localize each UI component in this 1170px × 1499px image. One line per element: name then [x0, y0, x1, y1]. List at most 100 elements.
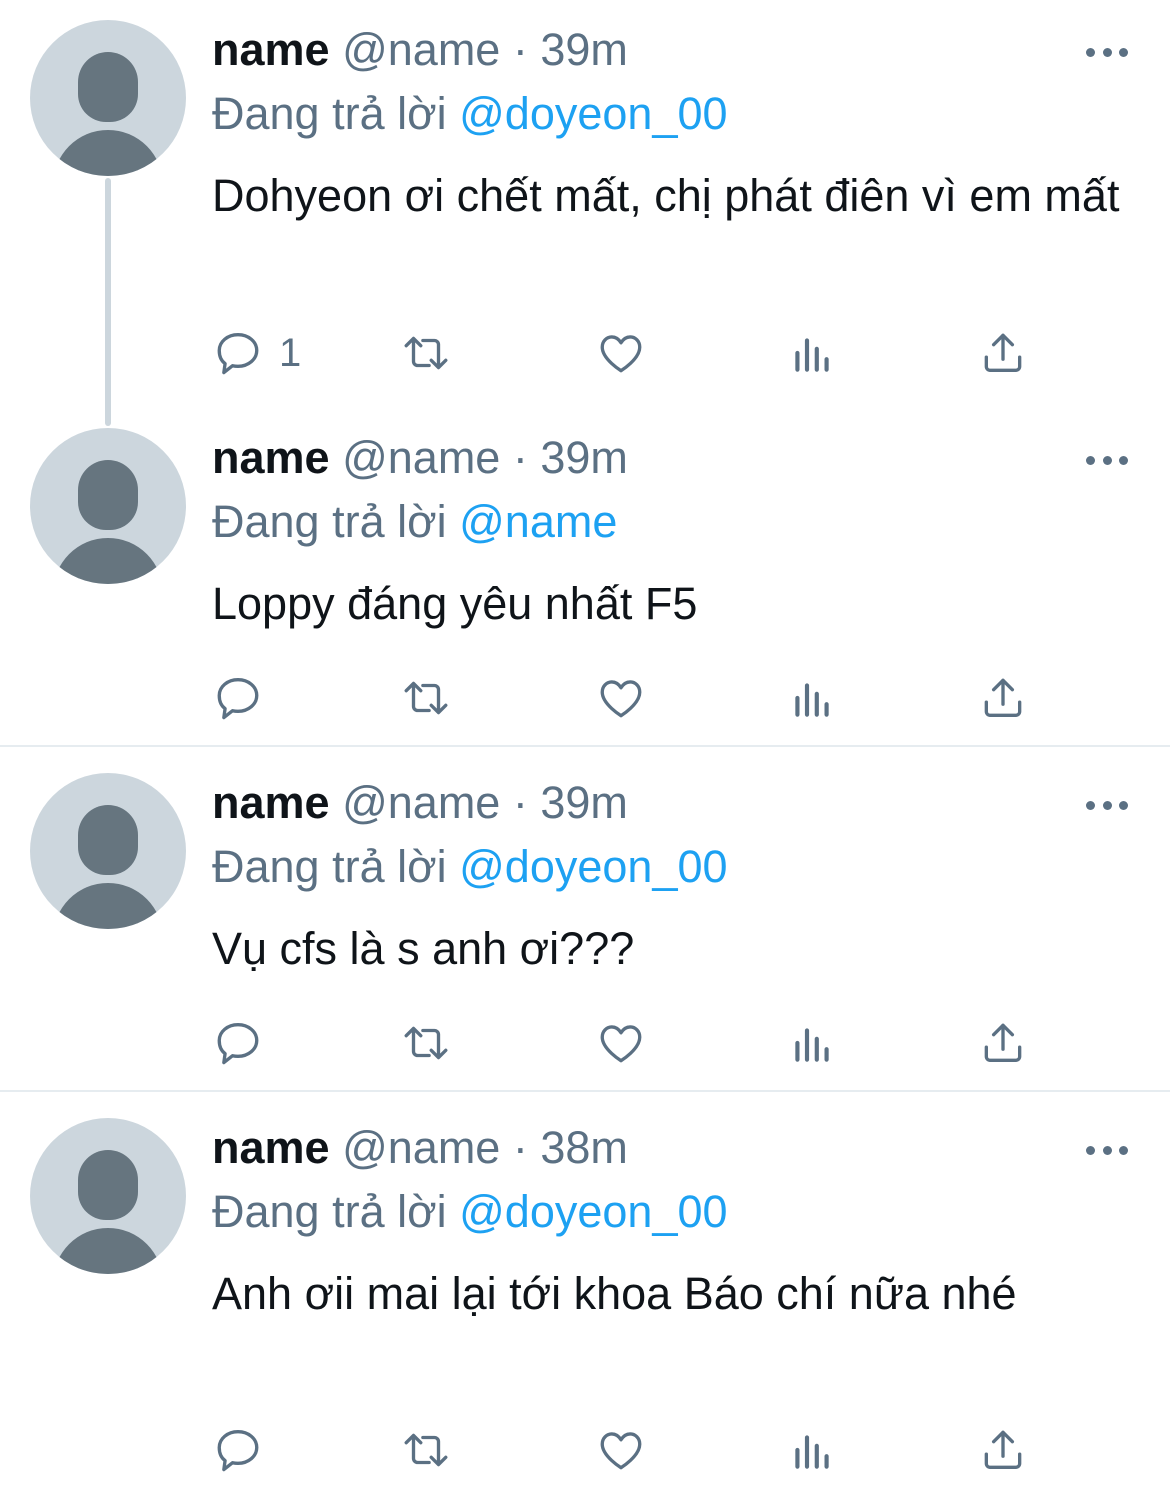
dot-separator: ·	[512, 24, 528, 75]
timeline: name @name · 39m Đang trả lời @doyeon_00…	[0, 0, 1170, 1499]
avatar-body-shape	[53, 538, 163, 584]
replying-to-mention[interactable]: @doyeon_00	[459, 1186, 727, 1237]
tweet-time[interactable]: 38m	[540, 1122, 628, 1173]
replying-to-label: Đang trả lời	[212, 1186, 447, 1237]
analytics-icon	[795, 1435, 829, 1469]
tweet[interactable]: name @name · 39m Đang trả lời @name Lopp…	[0, 410, 1170, 746]
like-button[interactable]	[596, 1420, 646, 1480]
share-icon	[984, 333, 1022, 372]
tweet-time[interactable]: 39m	[540, 432, 628, 483]
replying-to-mention[interactable]: @name	[459, 496, 617, 547]
user-handle[interactable]: @name	[342, 432, 500, 483]
tweet-actions	[0, 1420, 1170, 1480]
tweet-actions	[0, 1013, 1170, 1073]
like-icon	[600, 335, 642, 373]
avatar[interactable]	[30, 773, 186, 929]
more-icon[interactable]	[1086, 45, 1128, 59]
avatar[interactable]	[30, 428, 186, 584]
reply-button[interactable]	[213, 1420, 279, 1480]
analytics-button[interactable]	[787, 323, 837, 383]
retweet-button[interactable]	[401, 1013, 451, 1073]
analytics-button[interactable]	[787, 668, 837, 728]
avatar[interactable]	[30, 1118, 186, 1274]
replying-to: Đang trả lời @doyeon_00	[212, 841, 728, 893]
retweet-icon	[404, 1026, 448, 1060]
share-icon	[984, 678, 1022, 717]
reply-button[interactable]: 1	[213, 323, 301, 383]
replying-to-label: Đang trả lời	[212, 841, 447, 892]
analytics-icon	[795, 683, 829, 717]
tweet[interactable]: name @name · 39m Đang trả lời @doyeon_00…	[0, 0, 1170, 420]
retweet-icon	[404, 681, 448, 715]
like-button[interactable]	[596, 323, 646, 383]
share-button[interactable]	[978, 323, 1028, 383]
reply-button[interactable]	[213, 668, 279, 728]
dot-separator: ·	[512, 432, 528, 483]
tweet-actions	[0, 668, 1170, 728]
retweet-button[interactable]	[401, 323, 451, 383]
analytics-button[interactable]	[787, 1013, 837, 1073]
replying-to: Đang trả lời @name	[212, 496, 617, 548]
display-name[interactable]: name	[212, 1122, 330, 1173]
tweet-time[interactable]: 39m	[540, 24, 628, 75]
user-handle[interactable]: @name	[342, 24, 500, 75]
tweet-time[interactable]: 39m	[540, 777, 628, 828]
tweet-header: name @name · 39m	[212, 24, 628, 76]
dot-separator: ·	[512, 777, 528, 828]
replying-to-mention[interactable]: @doyeon_00	[459, 88, 727, 139]
display-name[interactable]: name	[212, 777, 330, 828]
retweet-icon	[404, 1433, 448, 1467]
share-button[interactable]	[978, 1013, 1028, 1073]
reply-icon	[217, 333, 259, 375]
tweet-text: Dohyeon ơi chết mất, chị phát điên vì em…	[212, 170, 1120, 221]
user-handle[interactable]: @name	[342, 1122, 500, 1173]
user-handle[interactable]: @name	[342, 777, 500, 828]
display-name[interactable]: name	[212, 432, 330, 483]
avatar-head-shape	[78, 460, 138, 530]
tweet-header: name @name · 38m	[212, 1122, 628, 1174]
share-icon	[984, 1023, 1022, 1062]
avatar-head-shape	[78, 805, 138, 875]
like-button[interactable]	[596, 668, 646, 728]
tweet-header: name @name · 39m	[212, 432, 628, 484]
avatar-body-shape	[53, 1228, 163, 1274]
tweet-actions: 1	[0, 323, 1170, 383]
retweet-icon	[404, 336, 448, 370]
reply-icon	[217, 1430, 259, 1472]
tweet-divider	[0, 745, 1170, 747]
replying-to: Đang trả lời @doyeon_00	[212, 1186, 728, 1238]
like-icon	[600, 680, 642, 718]
reply-icon	[217, 678, 259, 720]
replying-to-label: Đang trả lời	[212, 88, 447, 139]
replying-to: Đang trả lời @doyeon_00	[212, 88, 728, 140]
retweet-button[interactable]	[401, 1420, 451, 1480]
replying-to-mention[interactable]: @doyeon_00	[459, 841, 727, 892]
more-icon[interactable]	[1086, 798, 1128, 812]
avatar[interactable]	[30, 20, 186, 176]
share-button[interactable]	[978, 668, 1028, 728]
reply-icon	[217, 1023, 259, 1065]
tweet[interactable]: name @name · 39m Đang trả lời @doyeon_00…	[0, 755, 1170, 1091]
avatar-body-shape	[53, 130, 163, 176]
more-icon[interactable]	[1086, 453, 1128, 467]
share-icon	[984, 1430, 1022, 1469]
more-icon[interactable]	[1086, 1143, 1128, 1157]
replying-to-label: Đang trả lời	[212, 496, 447, 547]
tweet-text: Loppy đáng yêu nhất F5	[212, 578, 698, 629]
avatar-body-shape	[53, 883, 163, 929]
reply-count: 1	[279, 330, 302, 375]
like-button[interactable]	[596, 1013, 646, 1073]
tweet-divider	[0, 1090, 1170, 1092]
tweet[interactable]: name @name · 38m Đang trả lời @doyeon_00…	[0, 1100, 1170, 1499]
avatar-head-shape	[78, 52, 138, 122]
display-name[interactable]: name	[212, 24, 330, 75]
tweet-text: Anh ơii mai lại tới khoa Báo chí nữa nhé	[212, 1268, 1017, 1319]
retweet-button[interactable]	[401, 668, 451, 728]
analytics-button[interactable]	[787, 1420, 837, 1480]
tweet-header: name @name · 39m	[212, 777, 628, 829]
like-icon	[600, 1025, 642, 1063]
share-button[interactable]	[978, 1420, 1028, 1480]
avatar-head-shape	[78, 1150, 138, 1220]
tweet-text: Vụ cfs là s anh ơi???	[212, 923, 635, 974]
reply-button[interactable]	[213, 1013, 279, 1073]
